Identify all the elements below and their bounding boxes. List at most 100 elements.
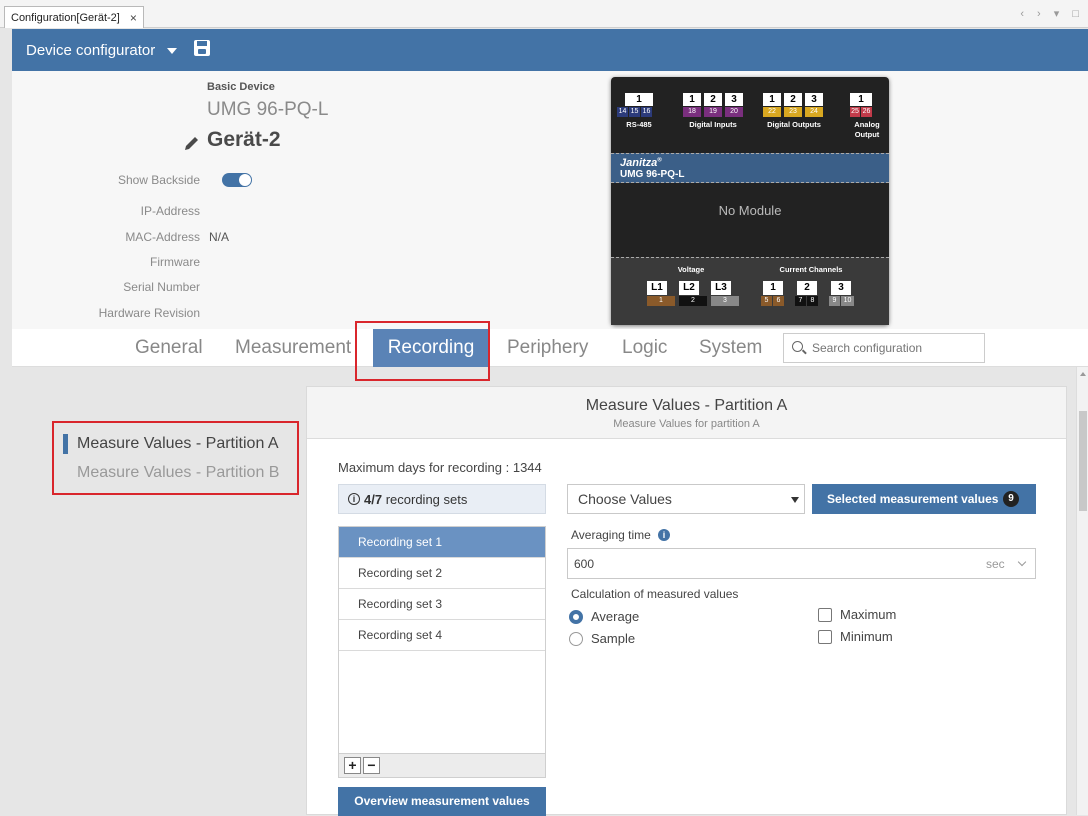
recording-sets-count: i 4/7 recording sets xyxy=(338,484,546,514)
mac-address-label: MAC-Address xyxy=(125,230,200,244)
average-radio[interactable] xyxy=(569,610,583,624)
scrollbar[interactable] xyxy=(1076,367,1088,815)
pin-label: 24 xyxy=(805,107,823,117)
digital-input-terminal: 1 xyxy=(683,93,701,106)
choose-values-select[interactable]: Choose Values xyxy=(567,484,805,514)
voltage-terminal: L1 xyxy=(647,281,667,295)
toggle-knob xyxy=(239,174,251,186)
save-icon[interactable] xyxy=(194,40,210,56)
averaging-time-unit: sec xyxy=(986,557,1005,571)
pin-label: 20 xyxy=(725,107,743,117)
selected-values-label: Selected measurement values xyxy=(827,492,999,506)
tab-system[interactable]: System xyxy=(689,329,772,367)
device-info-panel: Basic Device UMG 96-PQ-L Gerät-2 Show Ba… xyxy=(12,71,1088,329)
chevron-down-icon[interactable] xyxy=(1017,557,1027,567)
device-model: UMG 96-PQ-L xyxy=(207,99,329,120)
pin-label: 9 xyxy=(829,296,840,306)
digital-input-terminal: 3 xyxy=(725,93,743,106)
pin-label: 26 xyxy=(861,107,872,117)
tab-logic[interactable]: Logic xyxy=(612,329,677,367)
pin-label: 2 xyxy=(679,296,707,306)
window-controls[interactable]: ‹ › ▾ □ xyxy=(1020,7,1084,20)
recording-set-item[interactable]: Recording set 1 xyxy=(339,527,545,558)
tab-general[interactable]: General xyxy=(125,329,213,367)
highlight-partition-list xyxy=(52,421,299,495)
search-box[interactable] xyxy=(783,333,985,363)
terminal-band: Voltage Current Channels L1 L2 L3 1 2 3 … xyxy=(611,257,889,325)
pin-label: 14 xyxy=(617,107,628,117)
highlight-recording-tab xyxy=(355,321,490,381)
caret-down-icon xyxy=(791,497,799,503)
averaging-time-field[interactable]: 600 sec xyxy=(567,548,1036,579)
analog-output-terminal: 1 xyxy=(850,93,872,106)
voltage-terminal: L3 xyxy=(711,281,731,295)
recording-set-list: Recording set 1 Recording set 2 Recordin… xyxy=(338,526,546,778)
pin-label: 10 xyxy=(841,296,854,306)
tab-periphery[interactable]: Periphery xyxy=(497,329,598,367)
sample-label: Sample xyxy=(591,631,636,646)
title-bar: Device configurator xyxy=(12,29,1088,71)
no-module-text: No Module xyxy=(718,203,782,218)
close-icon[interactable]: × xyxy=(130,8,137,28)
pin-label: 7 xyxy=(795,296,806,306)
remove-set-button[interactable]: − xyxy=(363,757,380,774)
caret-down-icon[interactable] xyxy=(167,48,177,54)
scroll-thumb[interactable] xyxy=(1079,411,1087,511)
config-nav: General Measurement Recording Periphery … xyxy=(12,329,1088,367)
pin-label: 25 xyxy=(850,107,860,117)
tab-measurement[interactable]: Measurement xyxy=(225,329,361,367)
add-set-button[interactable]: + xyxy=(344,757,361,774)
window-tabstrip: Configuration[Gerät-2] × ‹ › ▾ □ xyxy=(0,0,1088,28)
digital-output-terminal: 3 xyxy=(805,93,823,106)
analog-output-label: Analog Output xyxy=(854,120,880,139)
current-terminal: 3 xyxy=(831,281,851,295)
pin-label: 3 xyxy=(711,296,739,306)
document-tab[interactable]: Configuration[Gerät-2] × xyxy=(4,6,144,28)
mac-address-value: N/A xyxy=(209,230,230,244)
document-tab-label: Configuration[Gerät-2] xyxy=(11,11,120,24)
digital-inputs-label: Digital Inputs xyxy=(689,120,737,129)
current-terminal: 1 xyxy=(763,281,783,295)
device-name[interactable]: Gerät-2 xyxy=(207,128,281,152)
partition-a-item[interactable]: Measure Values - Partition A xyxy=(77,435,279,453)
current-channels-label: Current Channels xyxy=(779,265,843,274)
brand-model: UMG 96-PQ-L xyxy=(620,169,685,180)
overview-measurement-values-button[interactable]: Overview measurement values xyxy=(338,787,546,816)
max-days-label: Maximum days for recording : 1344 xyxy=(338,460,542,475)
rs485-label: RS-485 xyxy=(626,120,652,129)
device-configurator-menu[interactable]: Device configurator xyxy=(26,42,155,59)
scroll-up-icon[interactable] xyxy=(1080,372,1086,376)
recording-set-item[interactable]: Recording set 3 xyxy=(339,589,545,620)
pin-label: 19 xyxy=(704,107,722,117)
search-icon xyxy=(792,341,803,352)
recording-set-item[interactable]: Recording set 2 xyxy=(339,558,545,589)
recording-set-item[interactable]: Recording set 4 xyxy=(339,620,545,651)
search-input[interactable] xyxy=(812,339,980,357)
rs485-terminal: 1 xyxy=(625,93,653,106)
info-icon: i xyxy=(348,493,360,505)
count-badge: 9 xyxy=(1003,491,1019,507)
pencil-icon[interactable] xyxy=(182,133,202,153)
info-icon[interactable]: i xyxy=(658,529,670,541)
ip-address-label: IP-Address xyxy=(140,204,200,218)
selection-indicator xyxy=(63,434,68,454)
selected-measurement-values-button[interactable]: Selected measurement values 9 xyxy=(812,484,1036,514)
pin-label: 16 xyxy=(641,107,652,117)
show-backside-toggle[interactable] xyxy=(222,173,252,187)
pin-label: 18 xyxy=(683,107,701,117)
maximum-checkbox[interactable] xyxy=(818,608,832,622)
pin-label: 5 xyxy=(761,296,772,306)
partition-panel: Measure Values - Partition A Measure Val… xyxy=(306,386,1067,816)
recording-sets-text: 4/7 recording sets xyxy=(364,492,468,507)
minimum-label: Minimum xyxy=(840,629,893,644)
minimum-checkbox[interactable] xyxy=(818,630,832,644)
pin-label: 22 xyxy=(763,107,781,117)
sample-radio[interactable] xyxy=(569,632,583,646)
digital-outputs-label: Digital Outputs xyxy=(767,120,821,129)
hardware-revision-label: Hardware Revision xyxy=(98,306,200,320)
basic-device-label: Basic Device xyxy=(207,81,275,93)
voltage-terminal: L2 xyxy=(679,281,699,295)
digital-output-terminal: 2 xyxy=(784,93,802,106)
partition-b-item[interactable]: Measure Values - Partition B xyxy=(77,464,279,482)
pin-label: 6 xyxy=(773,296,784,306)
